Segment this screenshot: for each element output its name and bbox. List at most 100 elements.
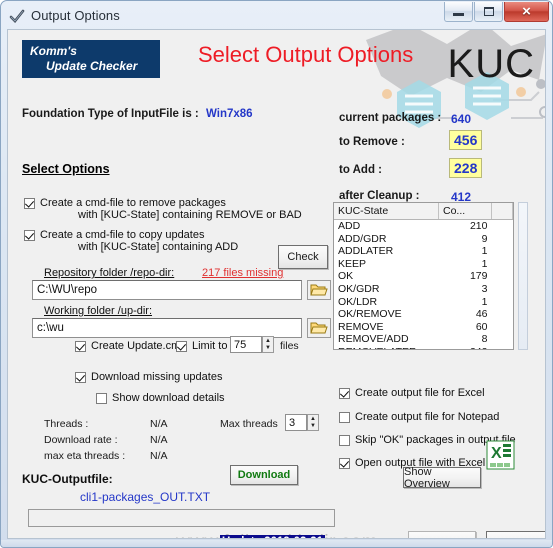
max-threads-label: Max threads: [220, 418, 278, 430]
select-options-heading: Select Options: [22, 162, 110, 176]
limit-to-input[interactable]: 75: [230, 336, 262, 353]
cell-count: 46: [475, 308, 488, 321]
table-row[interactable]: ADDLATER 1: [334, 245, 513, 258]
checkbox-icon: [75, 372, 86, 383]
cell-spacer: [492, 321, 513, 334]
checkbox-label: Create output file for Excel: [355, 387, 485, 399]
repository-folder-label: Repository folder /repo-dir:: [44, 267, 175, 279]
threads-value: N/A: [150, 418, 168, 430]
brand-line-1: Komm's: [30, 44, 77, 58]
checkbox-label: Create a cmd-file to copy updates with […: [40, 229, 238, 253]
checkbox-icon: [339, 388, 350, 399]
spinner-down-icon[interactable]: ▼: [263, 345, 273, 353]
repository-missing-files-note: 217 files missing: [202, 267, 284, 279]
stat-value-to-remove: 456: [449, 130, 483, 150]
max-eta-threads-label: max eta threads :: [44, 450, 126, 462]
table-row[interactable]: OK 179: [334, 270, 513, 283]
checkbox-create-excel-output[interactable]: Create output file for Excel: [339, 387, 485, 399]
exit-button[interactable]: Exit: [486, 531, 545, 538]
download-button[interactable]: Download: [230, 465, 298, 485]
working-folder-browse-button[interactable]: [307, 318, 331, 338]
minimize-button[interactable]: [444, 2, 473, 22]
working-folder-input[interactable]: c:\wu: [32, 318, 302, 338]
spinner-up-icon[interactable]: ▲: [263, 337, 273, 345]
checkbox-label: Download missing updates: [91, 371, 223, 383]
max-threads-input[interactable]: 3: [285, 414, 307, 431]
cell-state: REMOVE: [338, 320, 384, 333]
checkbox-icon: [339, 435, 350, 446]
stat-label-after-cleanup: after Cleanup :: [339, 190, 420, 202]
kuc-state-table[interactable]: KUC-State Co... ADD 210 ADD/GDR 9 ADDLATER 1 K…: [333, 202, 514, 350]
cell-count: 1: [481, 245, 488, 258]
cell-state: OK: [338, 270, 354, 283]
checkbox-download-missing-updates[interactable]: Download missing updates: [75, 371, 222, 383]
limit-to-spinner[interactable]: ▲ ▼: [262, 336, 274, 353]
checkbox-icon: [339, 458, 350, 469]
download-rate-label: Download rate :: [44, 434, 118, 446]
checkbox-label: Create Update.cmd: [91, 340, 187, 352]
copy-cmd-line2: with [KUC-State] containing ADD: [78, 241, 239, 253]
continue-button[interactable]: Continue: [408, 531, 476, 538]
spinner-up-icon[interactable]: ▲: [308, 415, 318, 423]
close-button[interactable]: ×: [504, 2, 549, 22]
checkbox-label: Create output file for Notepad: [355, 411, 500, 423]
table-row[interactable]: REMOVE 60: [334, 321, 513, 334]
checkbox-icon: [75, 341, 86, 352]
checkbox-create-update-cmd[interactable]: Create Update.cmd: [75, 340, 186, 352]
foundation-type-value: Win7x86: [206, 108, 253, 120]
cell-spacer: [492, 245, 513, 258]
checkbox-label: Show download details: [112, 392, 225, 404]
maximize-button[interactable]: [474, 2, 503, 22]
table-row[interactable]: ADD/GDR 9: [334, 233, 513, 246]
checkbox-limit-to[interactable]: Limit to: [176, 340, 227, 352]
table-row[interactable]: KEEP 1: [334, 258, 513, 271]
cell-spacer: [492, 233, 513, 246]
grid-scrollbar[interactable]: [518, 202, 528, 350]
show-overview-button[interactable]: Show Overview: [403, 466, 481, 490]
limit-to-suffix: files: [280, 340, 299, 352]
checkbox-show-download-details[interactable]: Show download details: [96, 392, 225, 404]
svg-text:X: X: [491, 445, 502, 462]
column-header-count[interactable]: Co...: [438, 203, 492, 220]
cell-count: 210: [469, 220, 488, 232]
foundation-type-label: Foundation Type of InputFile is :: [22, 108, 199, 120]
cell-state: ADD/GDR: [338, 232, 387, 245]
cell-spacer: [492, 333, 513, 346]
table-row[interactable]: OK/REMOVE 46: [334, 308, 513, 321]
table-row[interactable]: OK/GDR 3: [334, 283, 513, 296]
excel-icon: X: [486, 440, 515, 470]
output-file-value: cli1-packages_OUT.TXT: [80, 490, 211, 504]
table-body: ADD 210 ADD/GDR 9 ADDLATER 1 KEEP 1 OK 179 OK/GDR 3…: [334, 220, 513, 349]
max-threads-spinner[interactable]: ▲ ▼: [307, 414, 319, 431]
cell-count: 60: [475, 320, 488, 333]
check-button[interactable]: Check: [278, 245, 328, 269]
stat-label-current-packages: current packages :: [339, 112, 442, 124]
table-header-row: KUC-State Co...: [334, 203, 513, 220]
repository-folder-input[interactable]: C:\WU\repo: [32, 280, 302, 300]
maximize-icon: [483, 7, 494, 16]
cell-count: 9: [481, 232, 488, 245]
table-row[interactable]: REMOVELATER342: [334, 346, 513, 349]
remove-cmd-line1: Create a cmd-file to remove packages: [40, 197, 226, 209]
close-icon: ×: [522, 3, 531, 20]
column-header-state[interactable]: KUC-State: [334, 203, 439, 220]
working-folder-label: Working folder /up-dir:: [44, 305, 153, 317]
table-row[interactable]: OK/LDR 1: [334, 296, 513, 309]
checkbox-create-copy-cmd[interactable]: Create a cmd-file to copy updates with […: [24, 229, 314, 253]
spinner-down-icon[interactable]: ▼: [308, 423, 318, 431]
cell-count: 3: [481, 282, 488, 295]
cell-spacer: [492, 296, 513, 309]
minimize-icon: [453, 13, 464, 16]
checkbox-label: Limit to: [192, 340, 228, 352]
repository-folder-browse-button[interactable]: [307, 280, 331, 300]
window-title: Output Options: [31, 8, 120, 23]
checkbox-icon: [339, 412, 350, 423]
checkbox-create-notepad-output[interactable]: Create output file for Notepad: [339, 411, 499, 423]
checkbox-icon: [96, 393, 107, 404]
checkbox-create-remove-cmd[interactable]: Create a cmd-file to remove packages wit…: [24, 197, 314, 221]
cell-spacer: [492, 258, 513, 271]
brand-line-2: Update Checker: [46, 59, 138, 73]
table-row[interactable]: ADD 210: [334, 220, 513, 233]
checkbox-icon: [24, 198, 35, 209]
table-row[interactable]: REMOVE/ADD 8: [334, 333, 513, 346]
